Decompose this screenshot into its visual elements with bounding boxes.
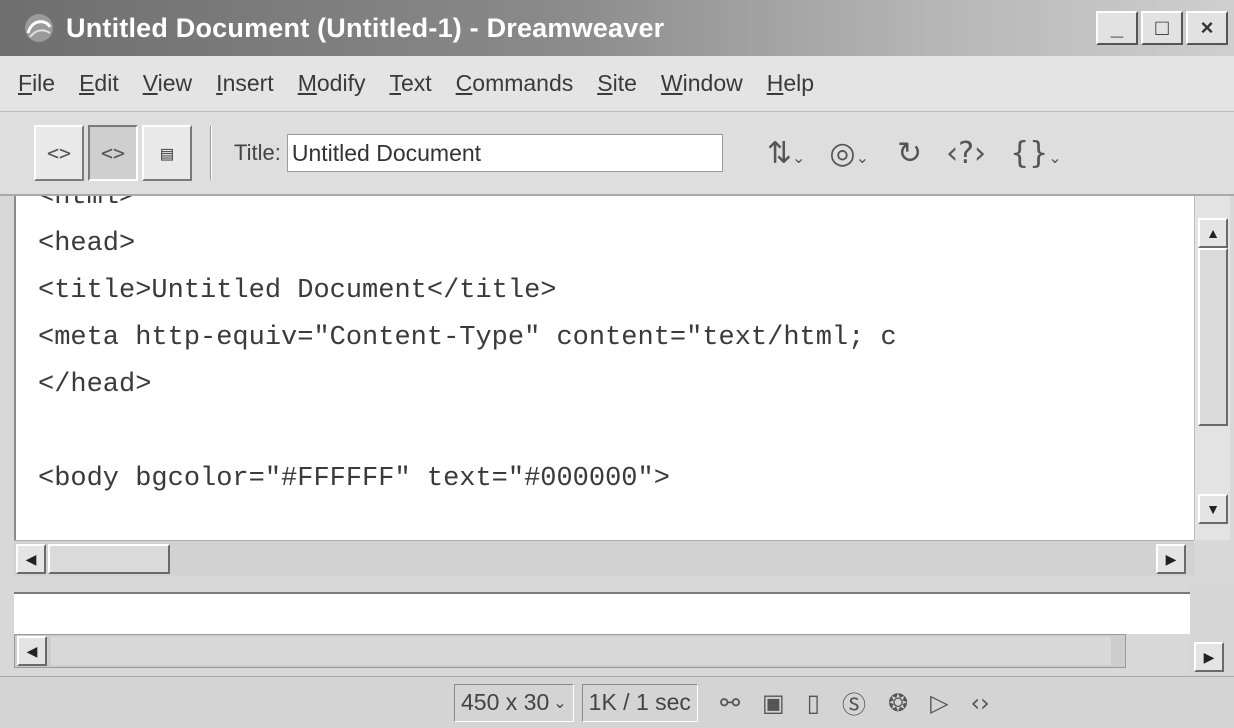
design-scroll-thumb[interactable] [51, 637, 1111, 665]
menu-commands[interactable]: Commands [456, 70, 574, 97]
scroll-up-button[interactable]: ▲ [1198, 218, 1228, 248]
menu-file[interactable]: File [18, 70, 55, 97]
assets-icon[interactable]: ▣ [762, 689, 785, 717]
design-scroll-gutter: ▶ [1190, 584, 1234, 676]
menu-view[interactable]: View [143, 70, 192, 97]
design-view-pane[interactable] [14, 592, 1190, 634]
code-view-icon: <> [46, 141, 72, 165]
design-horizontal-scrollbar[interactable]: ◀ [14, 634, 1126, 668]
title-label: Title: [234, 140, 281, 165]
design-view-button[interactable]: ▤ [142, 125, 192, 181]
code-navigation-icon[interactable]: {}⌄ [1010, 136, 1062, 171]
document-toolbar: <> <> ▤ Title: ⇅⌄ ◎⌄ ↻ ‹?› {}⌄ [0, 112, 1234, 196]
code-line[interactable] [38, 409, 897, 456]
scroll-down-button[interactable]: ▼ [1198, 494, 1228, 524]
code-line[interactable]: <title>Untitled Document</title> [38, 268, 897, 315]
design-scroll-left-button[interactable]: ◀ [17, 636, 47, 666]
minimize-button[interactable]: _ [1096, 11, 1138, 45]
scroll-left-button[interactable]: ◀ [16, 544, 46, 574]
status-bar: 450 x 30 ⌄ 1K / 1 sec ⚯ ▣ ▯ Ⓢ ❂ ▷ ‹› [0, 676, 1234, 728]
timelines-icon[interactable]: ▷ [930, 689, 948, 717]
menu-bar: File Edit View Insert Modify Text Comman… [0, 56, 1234, 112]
code-view-pane[interactable]: <html> <head> <title>Untitled Document</… [14, 196, 1194, 540]
code-line[interactable]: <body bgcolor="#FFFFFF" text="#000000"> [38, 456, 897, 503]
window-size-field[interactable]: 450 x 30 ⌄ [454, 683, 574, 722]
download-time-field: 1K / 1 sec [581, 683, 698, 722]
menu-insert[interactable]: Insert [216, 70, 274, 97]
download-time-value: 1K / 1 sec [588, 689, 691, 715]
preview-browser-icon[interactable]: ◎⌄ [829, 136, 869, 171]
code-line[interactable]: <meta http-equiv="Content-Type" content=… [38, 315, 897, 362]
toolbar-separator [210, 126, 212, 180]
vertical-scroll-thumb[interactable] [1198, 248, 1228, 426]
scroll-right-button[interactable]: ▶ [1156, 544, 1186, 574]
maximize-button[interactable]: □ [1141, 11, 1183, 45]
document-title-input[interactable] [286, 134, 723, 172]
menu-site[interactable]: Site [597, 70, 637, 97]
menu-edit[interactable]: Edit [79, 70, 119, 97]
html-source-icon[interactable]: ‹› [971, 689, 990, 717]
code-vertical-scrollbar[interactable]: ▲ ▼ [1194, 196, 1230, 540]
design-scroll-right-button[interactable]: ▶ [1194, 642, 1224, 672]
code-line[interactable]: <head> [38, 221, 897, 268]
split-view-icon: <> [100, 141, 126, 165]
reference-icon[interactable]: ‹?› [946, 136, 986, 171]
close-button[interactable]: × [1186, 11, 1228, 45]
code-design-view-button[interactable]: <> [88, 125, 138, 181]
menu-help[interactable]: Help [767, 70, 814, 97]
chevron-down-icon: ⌄ [553, 694, 567, 712]
menu-modify[interactable]: Modify [298, 70, 366, 97]
refresh-icon[interactable]: ↻ [897, 136, 922, 171]
dreamweaver-app-icon [22, 11, 56, 45]
title-bar[interactable]: Untitled Document (Untitled-1) - Dreamwe… [0, 0, 1234, 56]
code-view-button[interactable]: <> [34, 125, 84, 181]
window-size-value: 450 x 30 [461, 689, 550, 715]
css-styles-icon[interactable]: Ⓢ [842, 685, 866, 720]
site-icon[interactable]: ⚯ [720, 689, 740, 717]
code-horizontal-scrollbar[interactable]: ◀ ▶ [14, 540, 1194, 576]
design-view-icon: ▤ [160, 141, 174, 165]
horizontal-scroll-thumb[interactable] [48, 544, 170, 574]
menu-window[interactable]: Window [661, 70, 743, 97]
file-management-icon[interactable]: ⇅⌄ [767, 136, 806, 171]
code-line[interactable]: </head> [38, 362, 897, 409]
code-line[interactable]: <html> [38, 196, 897, 221]
window-title: Untitled Document (Untitled-1) - Dreamwe… [66, 12, 665, 43]
behaviors-icon[interactable]: ❂ [888, 689, 908, 717]
menu-text[interactable]: Text [389, 70, 431, 97]
html-styles-icon[interactable]: ▯ [807, 689, 820, 717]
